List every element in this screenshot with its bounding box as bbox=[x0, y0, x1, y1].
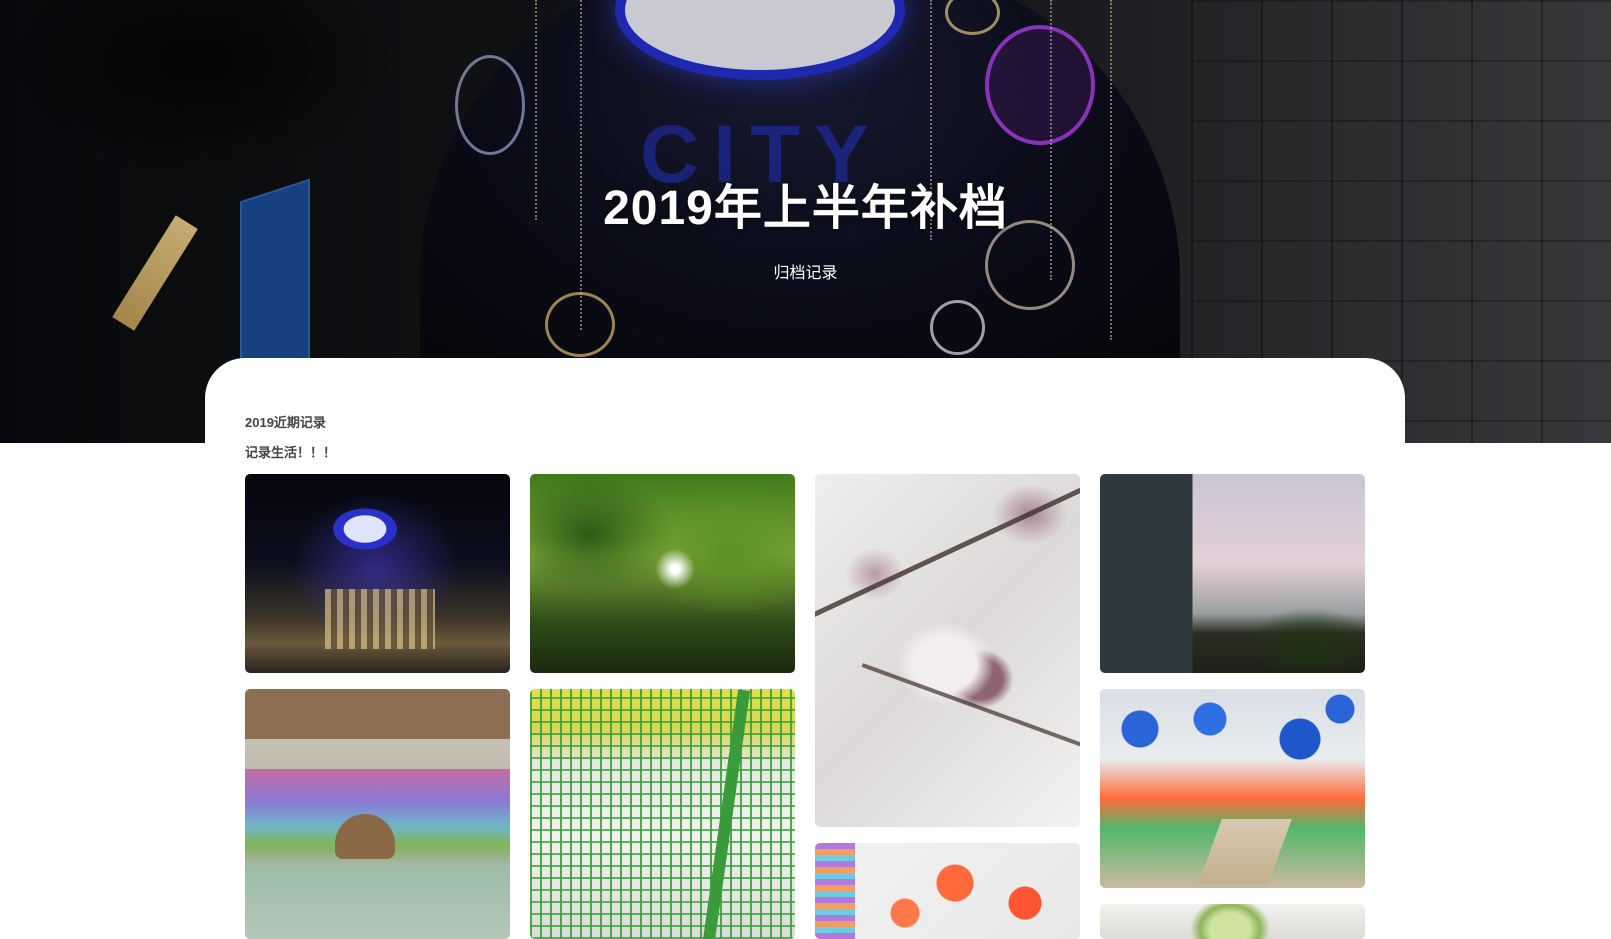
section-title: 2019近期记录 bbox=[245, 415, 326, 430]
photo-pinwheels-blue[interactable] bbox=[1100, 689, 1365, 888]
photo-cherry-blossom[interactable] bbox=[815, 474, 1080, 827]
photo-pinwheels-red[interactable] bbox=[815, 843, 1080, 939]
page-title: 2019年上半年补档 bbox=[603, 182, 1008, 235]
page-subtitle: 归档记录 bbox=[773, 265, 838, 282]
photo-deer-mural[interactable] bbox=[245, 689, 510, 939]
photo-doves-fence[interactable] bbox=[530, 689, 795, 939]
photo-trees[interactable] bbox=[530, 474, 795, 673]
photo-mall-night[interactable] bbox=[245, 474, 510, 673]
photo-green-flower[interactable] bbox=[1100, 904, 1365, 939]
photo-street-dusk[interactable] bbox=[1100, 474, 1365, 673]
section-description: 记录生活！！！ bbox=[245, 445, 337, 460]
